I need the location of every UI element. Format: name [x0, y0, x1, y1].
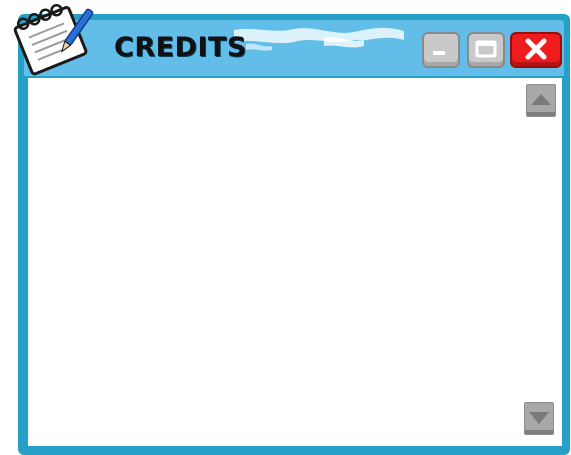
close-icon	[525, 38, 547, 60]
minimize-button[interactable]	[422, 32, 460, 68]
maximize-icon	[475, 40, 497, 58]
maximize-button[interactable]	[467, 32, 505, 68]
notebook-icon	[13, 3, 94, 76]
credits-content	[28, 78, 562, 446]
scroll-up-button[interactable]	[526, 84, 556, 117]
arrow-down-icon	[529, 412, 549, 424]
window-title: CREDITS	[114, 32, 247, 63]
close-button[interactable]	[510, 32, 562, 68]
scroll-down-button[interactable]	[524, 402, 554, 435]
arrow-up-icon	[531, 94, 551, 105]
minimize-icon	[433, 51, 445, 55]
